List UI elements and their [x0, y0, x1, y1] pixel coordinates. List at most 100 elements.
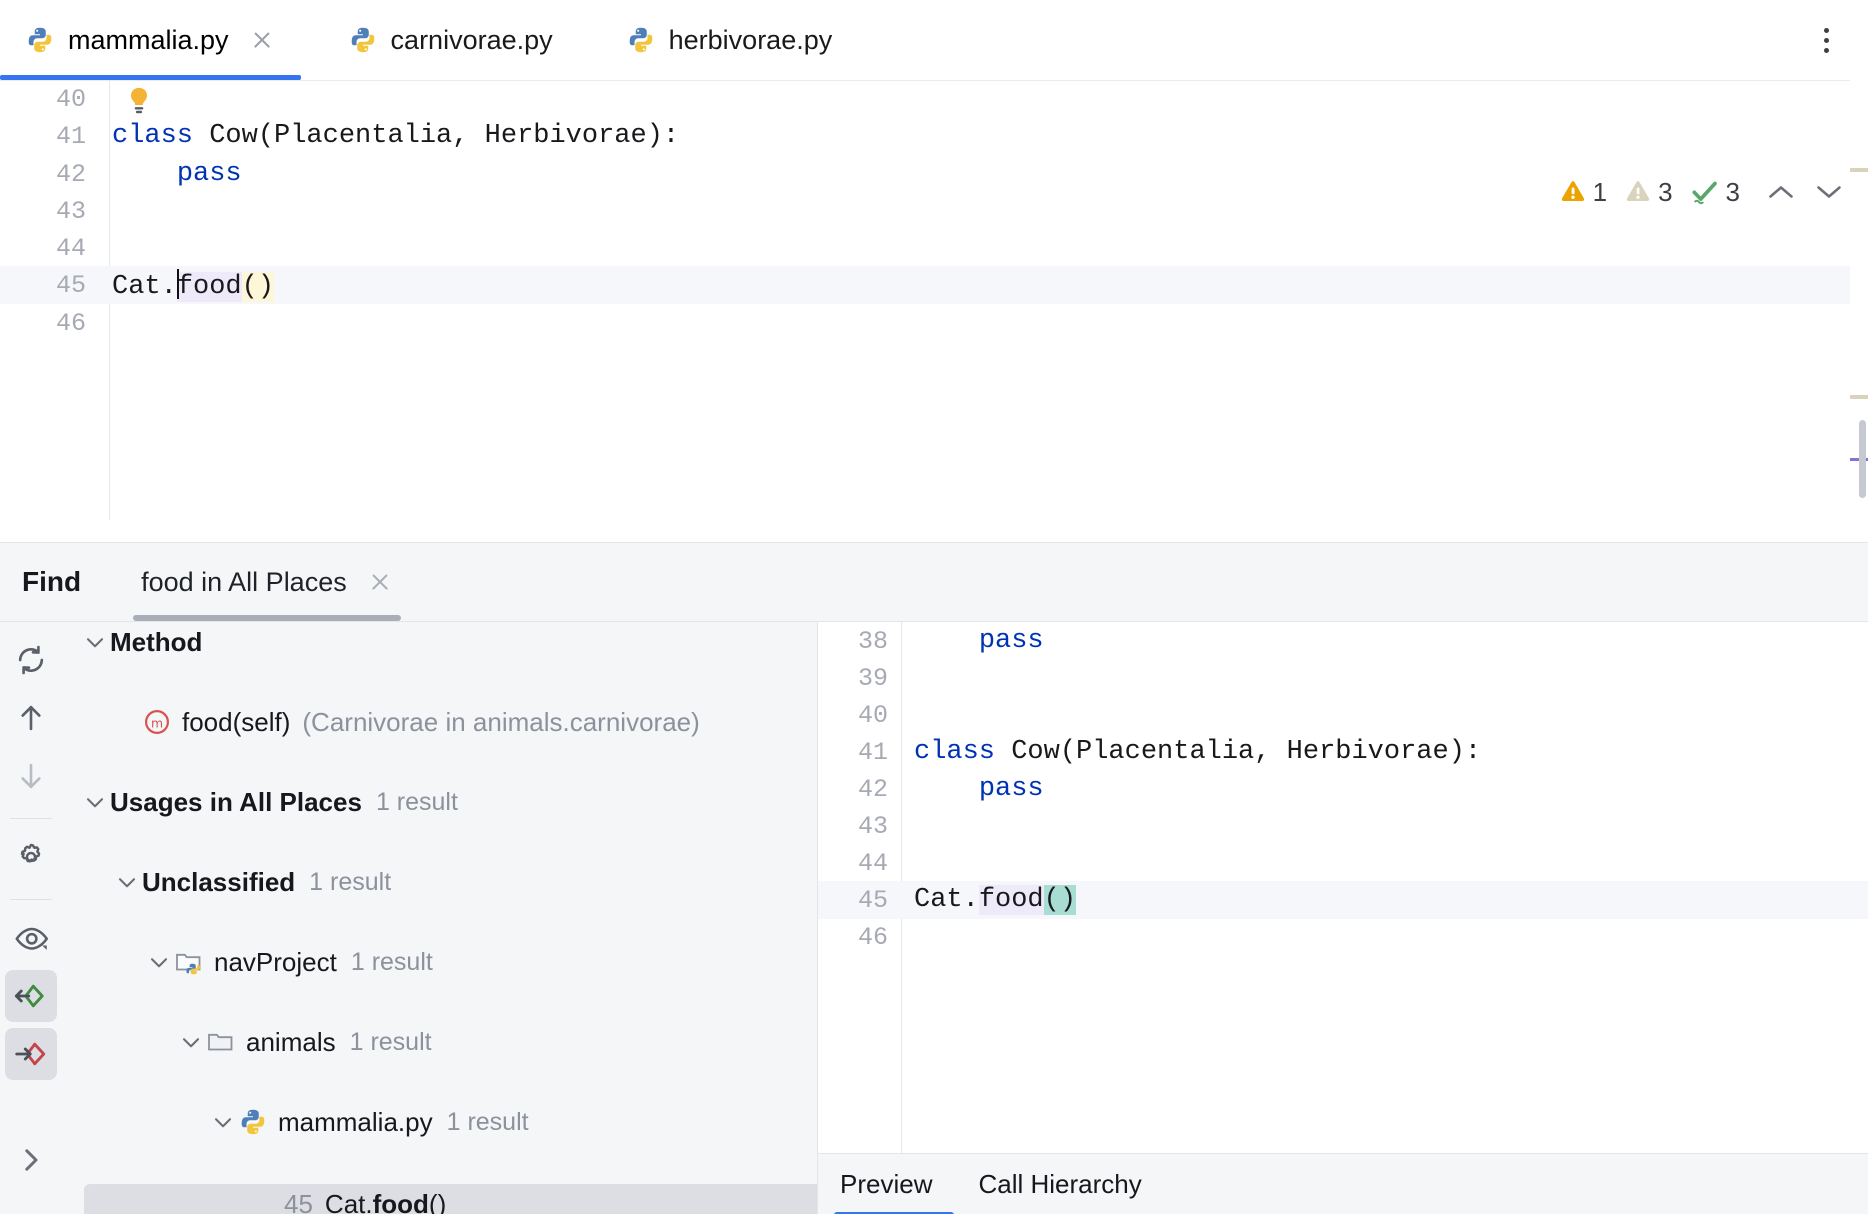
tree-node-count: 1 result [309, 868, 391, 897]
editor-tab-mammalia[interactable]: mammalia.py [0, 0, 301, 80]
tree-node-animals[interactable]: animals 1 result [62, 1022, 817, 1062]
usage-highlight: () [1044, 885, 1076, 915]
find-preview-pane[interactable]: 38 pass 39 40 41 class Cow(Placentalia, … [817, 622, 1868, 1214]
line-text: Cat.food() [112, 269, 274, 302]
editor-line[interactable]: 44 [0, 229, 1868, 267]
ide-window: mammalia.py carnivorae.py herbivorae.py [0, 0, 1868, 1214]
rerun-search-icon[interactable] [5, 634, 57, 686]
weak-warning-marker[interactable] [1850, 168, 1868, 172]
line-number: 44 [0, 234, 86, 263]
line-number: 46 [0, 309, 86, 338]
line-number: 43 [0, 197, 86, 226]
chevron-down-icon[interactable] [144, 947, 174, 977]
tab-call-hierarchy[interactable]: Call Hierarchy [978, 1169, 1141, 1200]
line-text-prefix: Cat. [112, 272, 177, 302]
python-file-icon [627, 26, 655, 54]
find-results-tab[interactable]: food in All Places [133, 543, 401, 621]
tree-node-label: Usages in All Places [110, 787, 362, 818]
find-results-tree[interactable]: Method m food(self) (Carnivorae in anima… [62, 622, 817, 1214]
find-header: Find food in All Places [0, 543, 1868, 621]
expand-rail-icon[interactable] [5, 1134, 57, 1186]
line-number: 44 [818, 849, 888, 878]
editor-marker-bar[interactable] [1850, 80, 1868, 542]
result-text-match: food [373, 1189, 429, 1214]
svg-text:m: m [151, 715, 163, 730]
result-text-suffix: () [429, 1189, 446, 1214]
show-outgoing-calls-icon[interactable] [5, 1028, 57, 1080]
preview-line[interactable]: 40 [818, 696, 1868, 734]
preview-line[interactable]: 41 class Cow(Placentalia, Herbivorae): [818, 733, 1868, 771]
editor-line[interactable]: 46 [0, 304, 1868, 342]
line-text: pass [914, 626, 1044, 656]
find-result-row[interactable]: 45 Cat.food() [84, 1184, 817, 1214]
find-tool-window: Find food in All Places [0, 542, 1868, 1214]
folder-icon [206, 1027, 236, 1057]
tree-node-label: food(self) [182, 707, 290, 738]
tree-node-label: navProject [214, 947, 337, 978]
chevron-down-icon[interactable] [80, 627, 110, 657]
preview-line[interactable]: 42 pass [818, 770, 1868, 808]
tree-node-count: 1 result [376, 788, 458, 817]
editor-tab-carnivorae[interactable]: carnivorae.py [323, 0, 579, 80]
tree-node-count: 1 result [447, 1108, 529, 1137]
close-icon[interactable] [367, 569, 393, 595]
line-text: pass [914, 774, 1044, 804]
tree-node-mammalia-file[interactable]: mammalia.py 1 result [62, 1102, 817, 1142]
tree-node-location: (Carnivorae in animals.carnivorae) [302, 707, 699, 738]
module-folder-icon [174, 947, 204, 977]
preview-line[interactable]: 43 [818, 807, 1868, 845]
chevron-down-icon[interactable] [112, 867, 142, 897]
next-occurrence-icon[interactable] [5, 750, 57, 802]
line-text: pass [112, 159, 242, 189]
result-text-prefix: Cat. [325, 1189, 373, 1214]
editor-line[interactable]: 43 [0, 192, 1868, 230]
line-number: 40 [818, 701, 888, 730]
editor-tab-herbivorae[interactable]: herbivorae.py [601, 0, 859, 80]
preview-line[interactable]: 39 [818, 659, 1868, 697]
editor-tab-label: carnivorae.py [391, 25, 553, 56]
preview-line[interactable]: 44 [818, 844, 1868, 882]
chevron-down-icon[interactable] [208, 1107, 238, 1137]
tab-preview-label: Preview [840, 1169, 932, 1199]
settings-gear-icon[interactable] [5, 831, 57, 883]
toolbar-divider [10, 899, 52, 900]
more-actions-icon[interactable] [1806, 20, 1846, 60]
tree-node-navproject[interactable]: navProject 1 result [62, 942, 817, 982]
preview-line[interactable]: 46 [818, 918, 1868, 956]
code-editor[interactable]: 1 3 3 [0, 80, 1868, 542]
preview-line-match[interactable]: 45 Cat.food() [818, 881, 1868, 919]
weak-warning-marker[interactable] [1850, 395, 1868, 399]
preview-eye-icon[interactable] [5, 912, 57, 964]
find-results-tab-label: food in All Places [141, 567, 347, 598]
tab-preview[interactable]: Preview [840, 1169, 932, 1200]
editor-scrollbar-thumb[interactable] [1859, 420, 1866, 498]
editor-tab-bar: mammalia.py carnivorae.py herbivorae.py [0, 0, 1868, 80]
tree-node-method-signature[interactable]: m food(self) (Carnivorae in animals.carn… [62, 702, 817, 742]
tree-node-label: mammalia.py [278, 1107, 433, 1138]
line-number: 46 [818, 923, 888, 952]
editor-lines[interactable]: 40 41 class Cow(Placentalia, Herbivorae)… [0, 80, 1868, 542]
match-highlight: food [979, 885, 1044, 915]
line-number: 41 [818, 738, 888, 767]
close-icon[interactable] [249, 27, 275, 53]
tree-node-method[interactable]: Method [62, 622, 817, 662]
editor-line-current[interactable]: 45 Cat.food() [0, 266, 1868, 304]
method-icon: m [142, 707, 172, 737]
chevron-down-icon[interactable] [80, 787, 110, 817]
previous-occurrence-icon[interactable] [5, 692, 57, 744]
tree-node-label: animals [246, 1027, 336, 1058]
preview-line[interactable]: 38 pass [818, 622, 1868, 660]
show-incoming-calls-icon[interactable] [5, 970, 57, 1022]
lightbulb-icon[interactable] [126, 86, 150, 116]
tree-node-unclassified[interactable]: Unclassified 1 result [62, 862, 817, 902]
line-text: class Cow(Placentalia, Herbivorae): [112, 121, 679, 151]
find-toolbar [0, 622, 62, 1214]
editor-line[interactable]: 40 [0, 80, 1868, 118]
editor-line[interactable]: 41 class Cow(Placentalia, Herbivorae): [0, 117, 1868, 155]
tree-node-usages[interactable]: Usages in All Places 1 result [62, 782, 817, 822]
python-file-icon [349, 26, 377, 54]
line-number: 43 [818, 812, 888, 841]
chevron-down-icon[interactable] [176, 1027, 206, 1057]
editor-tab-label: herbivorae.py [669, 25, 833, 56]
editor-line[interactable]: 42 pass [0, 155, 1868, 193]
